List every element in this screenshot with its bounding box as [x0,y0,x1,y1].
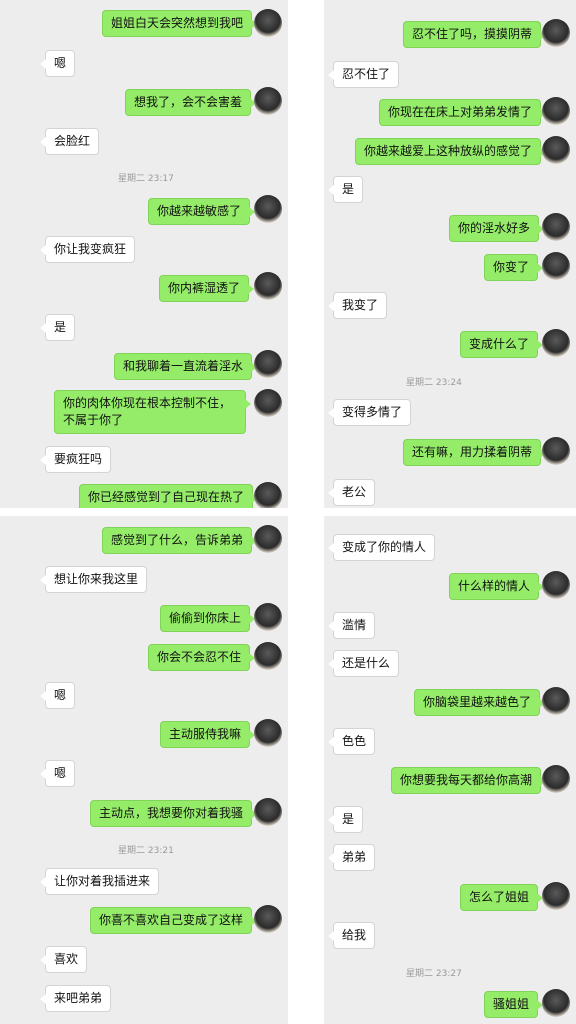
message-bubble-outgoing[interactable]: 主动服侍我嘛 [160,721,256,748]
message-bubble-outgoing[interactable]: 什么样的情人 [449,573,545,600]
avatar[interactable] [542,97,570,125]
avatar[interactable] [254,603,282,631]
avatar[interactable] [254,195,282,223]
message-bubble-outgoing[interactable]: 你越来越敏感了 [148,198,256,225]
avatar[interactable] [254,719,282,747]
message-bubble-incoming[interactable]: 是 [39,314,76,341]
avatar[interactable] [542,882,570,910]
message-bubble-incoming[interactable]: 让你对着我插进来 [39,868,160,895]
avatar[interactable] [542,989,570,1017]
message-bubble-incoming[interactable]: 是 [327,806,364,833]
message-bubble-incoming[interactable]: 嗯 [39,760,76,787]
avatar[interactable] [542,571,570,599]
message-bubble-incoming[interactable]: 你让我变疯狂 [39,236,136,263]
message-bubble-outgoing[interactable]: 感觉到了什么，告诉弟弟 [102,527,258,554]
message-bubble-outgoing[interactable]: 想我了，会不会害羞 [125,89,257,116]
message-bubble-incoming[interactable]: 嗯 [39,682,76,709]
avatar[interactable] [254,350,282,378]
chat-panel-bottom-right: 变成了你的情人 什么样的情人 滥情 还是什么 你脑袋里越来越色了 色色 你想要我… [324,516,576,1024]
avatar[interactable] [542,213,570,241]
message-bubble-outgoing[interactable]: 还有嘛，用力揉着阴蒂 [403,439,547,466]
message-bubble-outgoing[interactable]: 你变了 [484,254,544,281]
timestamp: 星期二 23:24 [406,378,462,388]
message-bubble-outgoing[interactable]: 变成什么了 [460,331,544,358]
message-bubble-incoming[interactable]: 要疯狂吗 [39,446,112,473]
message-bubble-incoming[interactable]: 滥情 [327,612,376,639]
timestamp: 星期二 23:17 [118,174,174,184]
avatar[interactable] [254,642,282,670]
message-bubble-incoming[interactable]: 色色 [327,728,376,755]
message-bubble-incoming[interactable]: 还是什么 [327,650,400,677]
message-bubble-incoming[interactable]: 忍不住了 [327,61,400,88]
timestamp: 星期二 23:27 [406,969,462,979]
avatar[interactable] [542,19,570,47]
message-bubble-outgoing[interactable]: 你脑袋里越来越色了 [414,689,546,716]
message-bubble-incoming[interactable]: 给我 [327,922,376,949]
message-bubble-outgoing[interactable]: 你会不会忍不住 [148,644,256,671]
message-bubble-outgoing[interactable]: 和我聊着一直流着淫水 [114,353,258,380]
message-bubble-incoming[interactable]: 会脸红 [39,128,100,155]
message-bubble-incoming[interactable]: 变成了你的情人 [327,534,436,561]
message-bubble-outgoing[interactable]: 你现在在床上对弟弟发情了 [379,99,547,126]
timestamp: 星期二 23:21 [118,846,174,856]
message-bubble-outgoing[interactable]: 姐姐白天会突然想到我吧 [102,10,258,37]
avatar[interactable] [254,482,282,508]
avatar[interactable] [254,272,282,300]
message-bubble-incoming[interactable]: 嗯 [39,50,76,77]
message-bubble-outgoing[interactable]: 你越来越爱上这种放纵的感觉了 [355,138,547,165]
chat-panel-top-right: 忍不住了吗，摸摸阴蒂 忍不住了 你现在在床上对弟弟发情了 你越来越爱上这种放纵的… [324,0,576,508]
message-bubble-outgoing[interactable]: 你喜不喜欢自己变成了这样 [90,907,258,934]
message-bubble-outgoing[interactable]: 忍不住了吗，摸摸阴蒂 [403,21,547,48]
avatar[interactable] [542,437,570,465]
avatar[interactable] [542,136,570,164]
chat-panel-bottom-left: 感觉到了什么，告诉弟弟 想让你来我这里 偷偷到你床上 你会不会忍不住 嗯 主动服… [0,516,288,1024]
message-bubble-incoming[interactable]: 我变了 [327,292,388,319]
avatar[interactable] [254,798,282,826]
message-bubble-outgoing[interactable]: 主动点，我想要你对着我骚 [90,800,258,827]
avatar[interactable] [542,687,570,715]
message-bubble-incoming[interactable]: 想让你来我这里 [39,566,148,593]
message-bubble-incoming[interactable]: 变得多情了 [327,399,412,426]
message-bubble-outgoing[interactable]: 骚姐姐 [484,991,544,1018]
message-bubble-outgoing[interactable]: 怎么了姐姐 [460,884,544,911]
message-bubble-incoming[interactable]: 老公 [327,479,376,506]
chat-panel-top-left: 姐姐白天会突然想到我吧 嗯 想我了，会不会害羞 会脸红 星期二 23:17 你越… [0,0,288,508]
avatar[interactable] [254,87,282,115]
avatar[interactable] [254,9,282,37]
message-bubble-outgoing[interactable]: 你的肉体你现在根本控制不住，不属于你了 [54,390,251,434]
avatar[interactable] [254,525,282,553]
message-bubble-outgoing[interactable]: 偷偷到你床上 [160,605,256,632]
message-bubble-outgoing[interactable]: 你想要我每天都给你高潮 [391,767,547,794]
avatar[interactable] [542,252,570,280]
message-bubble-outgoing[interactable]: 你的淫水好多 [449,215,545,242]
message-bubble-incoming[interactable]: 是 [327,176,364,203]
message-bubble-outgoing[interactable]: 你内裤湿透了 [159,275,255,302]
message-bubble-incoming[interactable]: 来吧弟弟 [39,985,112,1012]
message-bubble-outgoing[interactable]: 你已经感觉到了自己现在热了 [79,484,259,508]
avatar[interactable] [254,905,282,933]
avatar[interactable] [542,765,570,793]
message-bubble-incoming[interactable]: 喜欢 [39,946,88,973]
message-bubble-incoming[interactable]: 弟弟 [327,844,376,871]
avatar[interactable] [542,329,570,357]
avatar[interactable] [254,389,282,417]
